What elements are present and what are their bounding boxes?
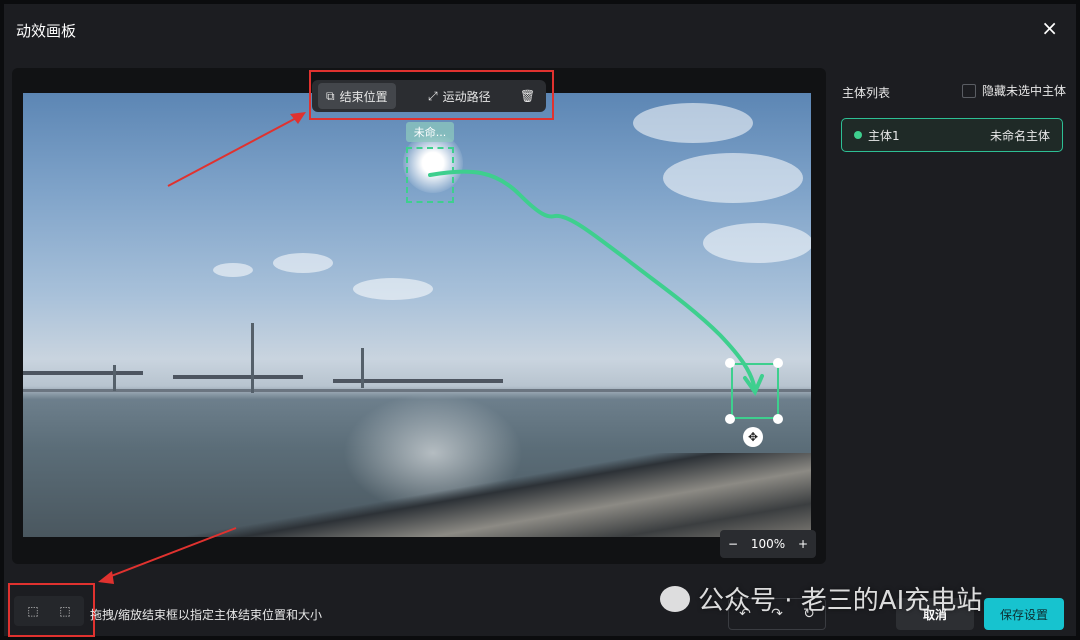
zoom-in-button[interactable]: + — [798, 537, 808, 551]
zoom-level: 100% — [750, 537, 786, 551]
subject-name: 主体1 — [868, 128, 900, 143]
zoom-control: − 100% + — [720, 530, 816, 558]
subject-name-tag[interactable]: 未命... — [406, 122, 454, 142]
status-dot-icon — [854, 131, 862, 139]
resize-handle-bottom-right[interactable] — [773, 414, 783, 424]
toolbar-highlight-box — [309, 70, 554, 120]
resize-handle-top-left[interactable] — [725, 358, 735, 368]
bottom-tool-group: ⬚ ⬚ — [14, 596, 84, 626]
resize-handle-top-right[interactable] — [773, 358, 783, 368]
save-button[interactable]: 保存设置 — [984, 598, 1064, 630]
watermark-text: 公众号 · 老三的AI充电站 — [698, 586, 983, 616]
select-tool-icon[interactable]: ⬚ — [24, 602, 42, 620]
hide-unselected-checkbox[interactable] — [962, 83, 976, 98]
hint-text: 拖拽/缩放结束框以指定主体结束位置和大小 — [90, 608, 323, 622]
subject-end-box[interactable] — [731, 363, 779, 419]
close-icon[interactable]: × — [1041, 16, 1058, 40]
subject-tag: 未命名主体 — [989, 128, 1050, 143]
move-icon[interactable]: ✥ — [743, 427, 763, 447]
subject-start-box[interactable] — [406, 147, 454, 203]
canvas-panel — [12, 68, 826, 564]
subject-list-title: 主体列表 — [842, 86, 891, 100]
subject-list-item[interactable]: 主体1 未命名主体 — [841, 118, 1063, 152]
box-tool-icon[interactable]: ⬚ — [56, 602, 74, 620]
wechat-icon — [660, 585, 690, 612]
resize-handle-bottom-left[interactable] — [725, 414, 735, 424]
hide-unselected-label: 隐藏未选中主体 — [982, 84, 1067, 98]
dialog-header: 动效画板 × — [4, 4, 1076, 56]
zoom-out-button[interactable]: − — [728, 537, 738, 551]
dialog-title: 动效画板 — [16, 22, 77, 40]
hide-unselected-toggle[interactable]: 隐藏未选中主体 — [962, 82, 1066, 99]
rocky-shore — [23, 453, 811, 537]
watermark: 公众号 · 老三的AI充电站 — [660, 580, 982, 617]
